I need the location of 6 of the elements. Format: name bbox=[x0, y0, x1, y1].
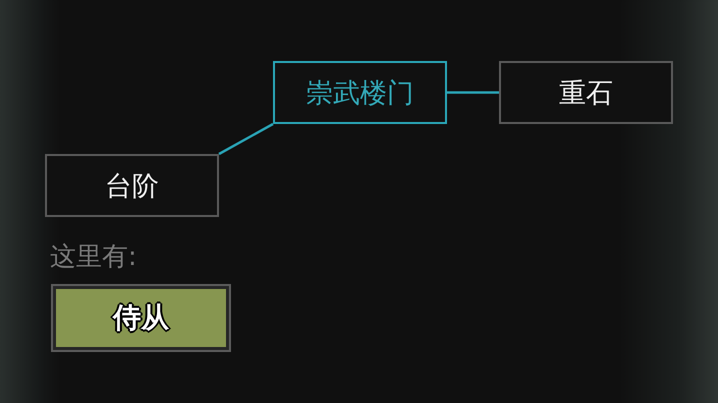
map-node[interactable]: 崇武楼门 bbox=[273, 61, 447, 124]
map-node[interactable]: 台阶 bbox=[45, 154, 219, 217]
section-label: 这里有: bbox=[50, 241, 137, 274]
connector-line bbox=[218, 122, 274, 156]
connector-line bbox=[447, 91, 499, 94]
map-node[interactable]: 重石 bbox=[499, 61, 673, 124]
